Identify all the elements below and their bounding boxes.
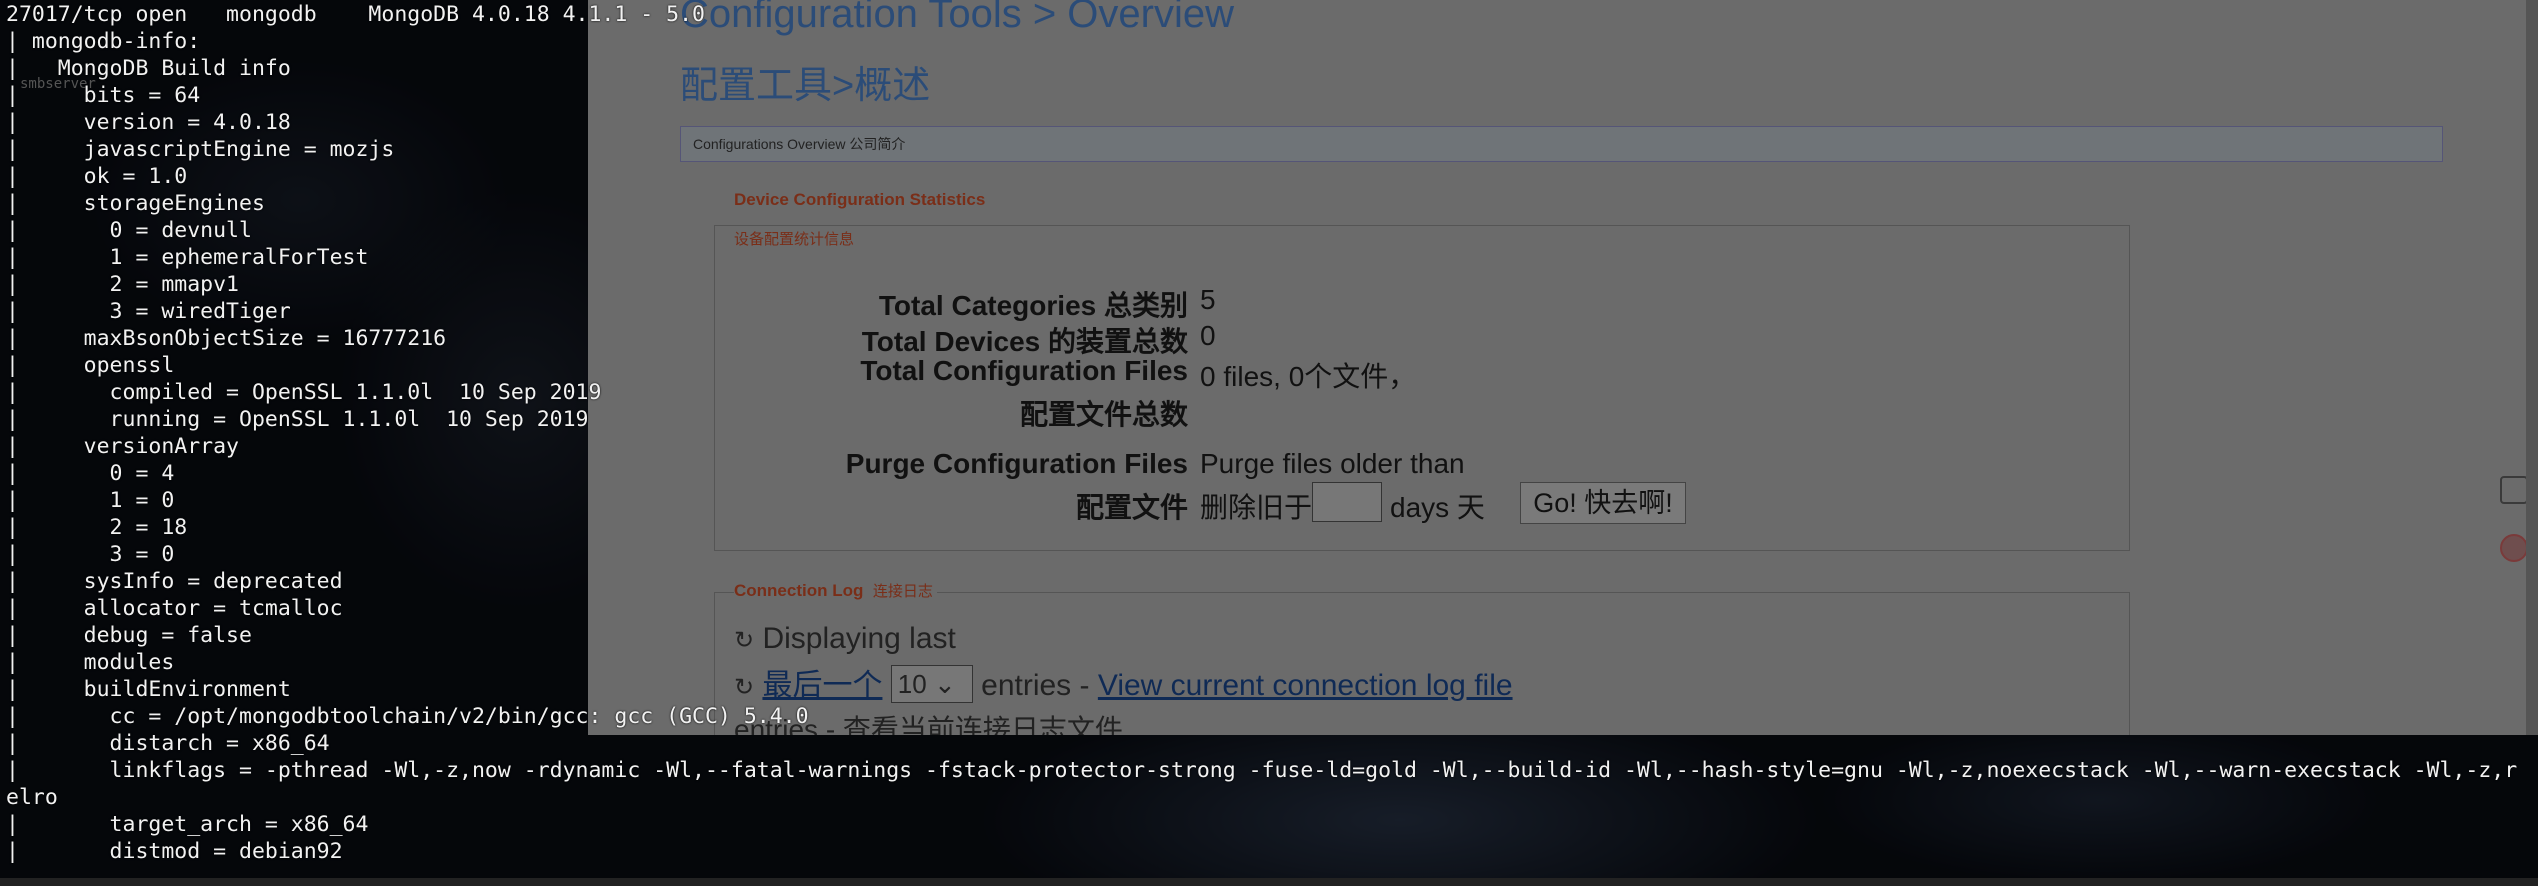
displaying-last-row: ↻ Displaying last xyxy=(734,622,956,656)
total-config-files-label-zh: 配置文件总数 xyxy=(1019,399,1188,430)
connection-log-legend-zh: 连接日志 xyxy=(872,583,933,600)
total-categories-label: Total Categories 总类别 xyxy=(878,290,1188,321)
connection-log-legend-en: Connection Log xyxy=(734,581,864,600)
purge-text: Purge files older than xyxy=(1200,448,1465,479)
breadcrumb[interactable]: Configurations Overview 公司简介 xyxy=(680,126,2443,162)
purge-go-button[interactable]: Go! 快去啊! xyxy=(1520,482,1686,524)
purge-days-input[interactable] xyxy=(1312,482,1382,522)
refresh-icon[interactable]: ↻ xyxy=(734,674,754,701)
view-log-link-zh[interactable]: entries - 查看当前连接日志文件 xyxy=(734,708,1123,735)
last-one-link[interactable]: 最后一个 xyxy=(762,669,882,702)
browser-window: Configuration Tools > Overview 配置工具>概述 C… xyxy=(588,0,2538,735)
total-devices-value: 0 xyxy=(1200,320,1216,351)
terminal-pane-bottom xyxy=(0,735,2538,886)
purge-text-zh: 删除旧于 xyxy=(1200,492,1313,523)
terminal-bottom-bar xyxy=(0,878,2538,886)
total-devices-label: Total Devices 的装置总数 xyxy=(861,326,1188,357)
total-categories-value: 5 xyxy=(1200,284,1216,315)
entries-select[interactable]: 10 ⌄ xyxy=(890,665,973,704)
entries-row: ↻ 最后一个 10 ⌄ entries - View current conne… xyxy=(734,660,1513,706)
purge-days-label: days 天 xyxy=(1390,492,1485,523)
purge-label: Purge Configuration Files xyxy=(845,448,1188,479)
displaying-last-text: Displaying last xyxy=(762,622,956,655)
browser-scrollbar[interactable] xyxy=(2526,0,2538,735)
purge-label-zh: 配置文件 xyxy=(1075,492,1188,523)
stats-legend: Device Configuration Statistics xyxy=(734,190,986,209)
page-title: Configuration Tools > Overview xyxy=(680,0,1234,36)
smbserver-label: smbserver xyxy=(20,76,96,92)
view-log-link[interactable]: View current connection log file xyxy=(1098,669,1513,702)
entries-text: entries - xyxy=(981,669,1090,702)
connection-log-legend: Connection Log 连接日志 xyxy=(734,580,937,601)
total-config-files-label: Total Configuration Files xyxy=(860,355,1188,386)
refresh-icon[interactable]: ↻ xyxy=(734,627,754,654)
stats-legend-zh: 设备配置统计信息 xyxy=(734,231,855,248)
page-title-zh: 配置工具>概述 xyxy=(680,65,931,107)
grid-icon[interactable] xyxy=(2500,476,2528,504)
terminal-pane-left xyxy=(0,0,588,735)
avatar-icon[interactable] xyxy=(2500,534,2528,562)
total-config-files-value: 0 files, 0个文件， xyxy=(1200,361,1417,392)
